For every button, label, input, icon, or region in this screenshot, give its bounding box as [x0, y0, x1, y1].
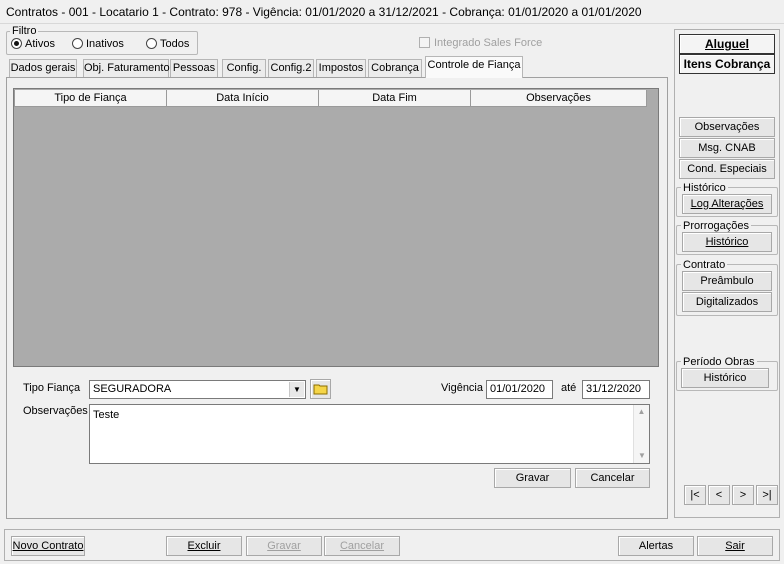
bottom-gravar-label: Gravar	[267, 540, 301, 552]
bottom-cancelar-label: Cancelar	[339, 540, 385, 552]
scroll-up-icon[interactable]: ▲	[634, 405, 649, 419]
tab-dados-gerais[interactable]: Dados gerais	[9, 59, 77, 77]
browse-folder-button[interactable]	[310, 379, 331, 399]
sair-label: Sair	[725, 540, 745, 552]
periodo-obras-group-label: Período Obras	[681, 356, 757, 368]
observacoes-label: Observações	[23, 405, 88, 417]
nav-first-button[interactable]: |<	[684, 485, 706, 505]
radio-ativos-indicator	[11, 38, 22, 49]
next-record-icon: >	[739, 489, 747, 501]
tab-config[interactable]: Config.	[222, 59, 266, 77]
vigencia-end-input[interactable]: 31/12/2020	[582, 380, 650, 399]
observacoes-btn-label: Observações	[694, 121, 760, 133]
tab-label: Pessoas	[172, 62, 216, 74]
grid-header-tipo-fianca[interactable]: Tipo de Fiança	[14, 90, 167, 107]
window-title: Contratos - 001 - Locatario 1 - Contrato…	[0, 0, 784, 24]
aluguel-button[interactable]: Aluguel	[679, 34, 775, 54]
contrato-group-label: Contrato	[681, 259, 728, 271]
radio-todos-label: Todos	[160, 38, 190, 50]
filter-group-label: Filtro	[10, 25, 39, 37]
preambulo-button[interactable]: Preâmbulo	[682, 271, 772, 291]
grid-header-data-inicio[interactable]: Data Início	[167, 90, 319, 107]
tab-label: Controle de Fiança	[427, 59, 521, 71]
tab-label: Config.2	[270, 62, 312, 74]
periodo-obras-historico-button[interactable]: Histórico	[681, 368, 769, 388]
itens-cobranca-button[interactable]: Itens Cobrança	[679, 54, 775, 74]
historico-group-label: Histórico	[681, 182, 728, 194]
aluguel-label: Aluguel	[705, 37, 749, 51]
last-record-icon: >|	[762, 489, 772, 501]
integrado-sales-force-checkbox[interactable]: Integrado Sales Force	[419, 37, 542, 49]
nav-prev-button[interactable]: <	[708, 485, 730, 505]
folder-icon	[313, 384, 328, 395]
tab-label: Obj. Faturamento	[84, 62, 170, 74]
sair-button[interactable]: Sair	[697, 536, 773, 556]
nav-next-button[interactable]: >	[732, 485, 754, 505]
fianca-grid[interactable]	[13, 88, 659, 367]
scroll-down-icon[interactable]: ▼	[634, 449, 650, 463]
log-alteracoes-label: Log Alterações	[690, 198, 764, 210]
vigencia-label: Vigência	[441, 382, 483, 394]
form-gravar-button[interactable]: Gravar	[494, 468, 571, 488]
tipo-fianca-value: SEGURADORA	[93, 383, 172, 395]
tab-label: Dados gerais	[10, 62, 76, 74]
preambulo-label: Preâmbulo	[700, 275, 754, 287]
grid-header-observacoes[interactable]: Observações	[471, 90, 647, 107]
observacoes-textarea[interactable]: Teste ▲ ▼	[89, 404, 650, 464]
chevron-down-icon[interactable]: ▼	[289, 382, 304, 397]
integrado-label: Integrado Sales Force	[434, 37, 543, 49]
novo-contrato-button[interactable]: Novo Contrato	[11, 536, 85, 556]
itens-cobranca-label: Itens Cobrança	[683, 57, 771, 71]
bottom-cancelar-button[interactable]: Cancelar	[324, 536, 400, 556]
excluir-label: Excluir	[187, 540, 221, 552]
tab-cobranca[interactable]: Cobrança	[368, 59, 422, 77]
prev-record-icon: <	[715, 489, 723, 501]
novo-contrato-label: Novo Contrato	[12, 540, 84, 552]
ate-label: até	[561, 382, 577, 394]
bottom-gravar-button[interactable]: Gravar	[246, 536, 322, 556]
radio-inativos-label: Inativos	[86, 38, 124, 50]
cond-especiais-label: Cond. Especiais	[687, 163, 767, 175]
tab-pessoas[interactable]: Pessoas	[170, 59, 218, 77]
cond-especiais-button[interactable]: Cond. Especiais	[679, 159, 775, 179]
textarea-scrollbar[interactable]: ▲ ▼	[633, 405, 649, 463]
vigencia-start-input[interactable]: 01/01/2020	[486, 380, 553, 399]
radio-todos[interactable]: Todos	[146, 38, 189, 50]
log-alteracoes-button[interactable]: Log Alterações	[682, 194, 772, 214]
tab-impostos[interactable]: Impostos	[316, 59, 366, 77]
prorrogacoes-historico-label: Histórico	[705, 236, 749, 248]
tab-label: Config.	[226, 62, 262, 74]
tipo-fianca-select[interactable]: SEGURADORA ▼	[89, 380, 306, 399]
alertas-button[interactable]: Alertas	[618, 536, 694, 556]
periodo-obras-historico-label: Histórico	[703, 372, 747, 384]
tab-label: Cobrança	[371, 62, 419, 74]
form-gravar-label: Gravar	[515, 472, 550, 484]
prorrogacoes-historico-button[interactable]: Histórico	[682, 232, 772, 252]
checkbox-box	[419, 37, 430, 48]
radio-ativos-label: Ativos	[25, 38, 55, 50]
observacoes-button[interactable]: Observações	[679, 117, 775, 137]
tipo-fianca-label: Tipo Fiança	[23, 382, 81, 394]
observacoes-value: Teste	[93, 409, 120, 421]
radio-inativos-indicator	[72, 38, 83, 49]
radio-inativos[interactable]: Inativos	[72, 38, 124, 50]
tab-label: Impostos	[318, 62, 364, 74]
digitalizados-button[interactable]: Digitalizados	[682, 292, 772, 312]
radio-ativos[interactable]: Ativos	[11, 38, 55, 50]
form-cancelar-label: Cancelar	[590, 472, 635, 484]
prorrogacoes-group-label: Prorrogações	[681, 220, 752, 232]
nav-last-button[interactable]: >|	[756, 485, 778, 505]
tab-controle-de-fianca[interactable]: Controle de Fiança	[425, 56, 523, 78]
tab-obj-faturamento[interactable]: Obj. Faturamento	[83, 59, 170, 77]
first-record-icon: |<	[690, 489, 700, 501]
tab-config2[interactable]: Config.2	[268, 59, 314, 77]
msg-cnab-button[interactable]: Msg. CNAB	[679, 138, 775, 158]
excluir-button[interactable]: Excluir	[166, 536, 242, 556]
digitalizados-label: Digitalizados	[695, 296, 759, 308]
alertas-label: Alertas	[638, 540, 674, 552]
grid-header-data-fim[interactable]: Data Fim	[319, 90, 471, 107]
radio-todos-indicator	[146, 38, 157, 49]
form-cancelar-button[interactable]: Cancelar	[575, 468, 650, 488]
msg-cnab-label: Msg. CNAB	[698, 142, 756, 154]
